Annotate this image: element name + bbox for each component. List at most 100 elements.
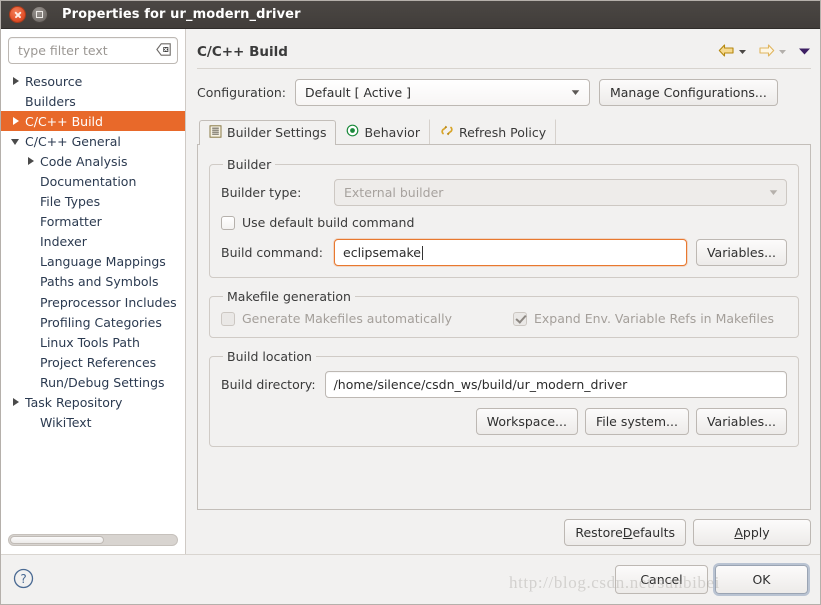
maximize-icon[interactable] <box>31 6 48 23</box>
collapse-triangle-icon[interactable] <box>11 136 22 147</box>
makefile-generation-group: Makefile generation Generate Makefiles a… <box>209 289 799 338</box>
expand-triangle-icon[interactable] <box>26 156 37 167</box>
sidebar-item-label: Preprocessor Includes <box>40 294 177 310</box>
build-directory-value: /home/silence/csdn_ws/build/ur_modern_dr… <box>333 377 628 392</box>
builder-settings-panel: Builder Builder type: External builder U… <box>197 145 811 510</box>
build-command-input[interactable]: eclipsemake <box>334 239 687 266</box>
mnemonic: A <box>734 525 743 540</box>
build-command-row: Build command: eclipsemake Variables... <box>221 239 787 266</box>
sidebar-item-resource[interactable]: Resource <box>1 71 185 91</box>
sidebar-item-label: Resource <box>25 73 83 89</box>
restore-defaults-suffix: efaults <box>632 525 675 540</box>
sidebar-item-label: Formatter <box>40 214 102 230</box>
file-system-button[interactable]: File system... <box>584 408 689 435</box>
sidebar-item-run-debug-settings[interactable]: Run/Debug Settings <box>1 372 185 392</box>
checkbox-label: Generate Makefiles automatically <box>242 311 453 326</box>
search-input-placeholder: type filter text <box>18 43 108 58</box>
sidebar-item-documentation[interactable]: Documentation <box>1 171 185 191</box>
page-header: C/C++ Build <box>197 35 811 69</box>
manage-configurations-button[interactable]: Manage Configurations... <box>598 79 778 106</box>
cancel-button[interactable]: Cancel <box>615 565 708 594</box>
sidebar-item-label: Linux Tools Path <box>40 334 140 350</box>
makefile-checkboxes-row: Generate Makefiles automatically Expand … <box>221 311 787 326</box>
sidebar-item-project-references[interactable]: Project References <box>1 352 185 372</box>
sidebar-item-linux-tools-path[interactable]: Linux Tools Path <box>1 332 185 352</box>
expand-triangle-icon[interactable] <box>11 116 22 127</box>
tree-horizontal-scrollbar[interactable] <box>8 534 178 546</box>
sidebar-item-language-mappings[interactable]: Language Mappings <box>1 252 185 272</box>
apply-button[interactable]: Apply <box>693 519 811 546</box>
sidebar-item-code-analysis[interactable]: Code Analysis <box>1 151 185 171</box>
build-command-variables-button[interactable]: Variables... <box>695 239 787 266</box>
scrollbar-thumb[interactable] <box>10 536 105 544</box>
forward-menu-chevron-down-icon[interactable] <box>778 45 787 59</box>
expand-triangle-icon[interactable] <box>11 76 22 87</box>
use-default-build-command-checkbox[interactable]: Use default build command <box>221 215 414 230</box>
build-directory-row: Build directory: /home/silence/csdn_ws/b… <box>221 371 787 398</box>
tab-label: Refresh Policy <box>458 124 547 140</box>
ok-button[interactable]: OK <box>715 565 808 594</box>
configuration-label: Configuration: <box>197 85 286 100</box>
search-input[interactable]: type filter text <box>8 37 178 64</box>
builder-group: Builder Builder type: External builder U… <box>209 157 799 278</box>
build-location-legend: Build location <box>227 349 312 364</box>
close-icon[interactable] <box>9 6 26 23</box>
checkbox-box[interactable] <box>221 215 235 230</box>
refresh-policy-icon <box>440 124 454 140</box>
view-menu-icon[interactable] <box>798 45 811 59</box>
back-arrow-icon[interactable] <box>718 43 735 61</box>
clear-icon[interactable] <box>156 42 171 59</box>
sidebar-item-c-cpp-general[interactable]: C/C++ General <box>1 131 185 151</box>
page-navigation <box>718 43 811 61</box>
build-location-variables-button[interactable]: Variables... <box>695 408 787 435</box>
sidebar-item-wikitext[interactable]: WikiText <box>1 413 185 433</box>
tab-builder-settings[interactable]: Builder Settings <box>199 120 337 145</box>
sidebar-item-profiling-categories[interactable]: Profiling Categories <box>1 312 185 332</box>
settings-content-pane: C/C++ Build Configuration: Default [Act… <box>186 29 820 554</box>
forward-arrow-icon[interactable] <box>758 43 775 61</box>
page-action-buttons: Restore Defaults Apply <box>197 510 811 554</box>
restore-defaults-button[interactable]: Restore Defaults <box>564 519 686 546</box>
tab-refresh-policy[interactable]: Refresh Policy <box>430 119 557 144</box>
build-directory-label: Build directory: <box>221 377 316 392</box>
sidebar-item-label: Indexer <box>40 234 87 250</box>
help-icon[interactable]: ? <box>13 568 34 592</box>
sidebar-item-label: C/C++ Build <box>25 113 103 129</box>
sidebar-item-indexer[interactable]: Indexer <box>1 232 185 252</box>
sidebar-item-builders[interactable]: Builders <box>1 91 185 111</box>
tab-behavior[interactable]: Behavior <box>336 119 430 144</box>
mnemonic: D <box>622 525 633 540</box>
expand-triangle-icon[interactable] <box>11 397 22 408</box>
tab-label: Builder Settings <box>227 125 327 140</box>
sidebar-item-preprocessor-includes[interactable]: Preprocessor Includes <box>1 292 185 312</box>
configuration-select[interactable]: Default [ Active ] <box>294 79 590 106</box>
expand-env-variable-refs-checkbox: Expand Env. Variable Refs in Makefiles <box>513 311 774 326</box>
build-command-label: Build command: <box>221 245 323 260</box>
builder-type-row: Builder type: External builder <box>221 179 787 206</box>
chevron-down-icon[interactable] <box>565 80 587 105</box>
chevron-down-icon <box>762 180 784 205</box>
build-directory-input[interactable]: /home/silence/csdn_ws/build/ur_modern_dr… <box>324 371 787 398</box>
sidebar-item-label: Profiling Categories <box>40 314 162 330</box>
sidebar-item-c-cpp-build[interactable]: C/C++ Build <box>1 111 185 132</box>
build-location-buttons: Workspace... File system... Variables... <box>221 408 787 435</box>
settings-tree[interactable]: Resource Builders C/C++ Build C/C++ Gene… <box>1 71 185 528</box>
sidebar-item-formatter[interactable]: Formatter <box>1 212 185 232</box>
sidebar-item-label: Project References <box>40 354 157 370</box>
sidebar-item-label: File Types <box>40 194 101 210</box>
back-menu-chevron-down-icon[interactable] <box>738 45 747 59</box>
sidebar-item-file-types[interactable]: File Types <box>1 192 185 212</box>
filter-wrapper: type filter text <box>1 37 185 71</box>
sidebar-item-paths-and-symbols[interactable]: Paths and Symbols <box>1 272 185 292</box>
workspace-button[interactable]: Workspace... <box>475 408 578 435</box>
sidebar-item-task-repository[interactable]: Task Repository <box>1 393 185 413</box>
builder-group-legend: Builder <box>227 157 272 172</box>
